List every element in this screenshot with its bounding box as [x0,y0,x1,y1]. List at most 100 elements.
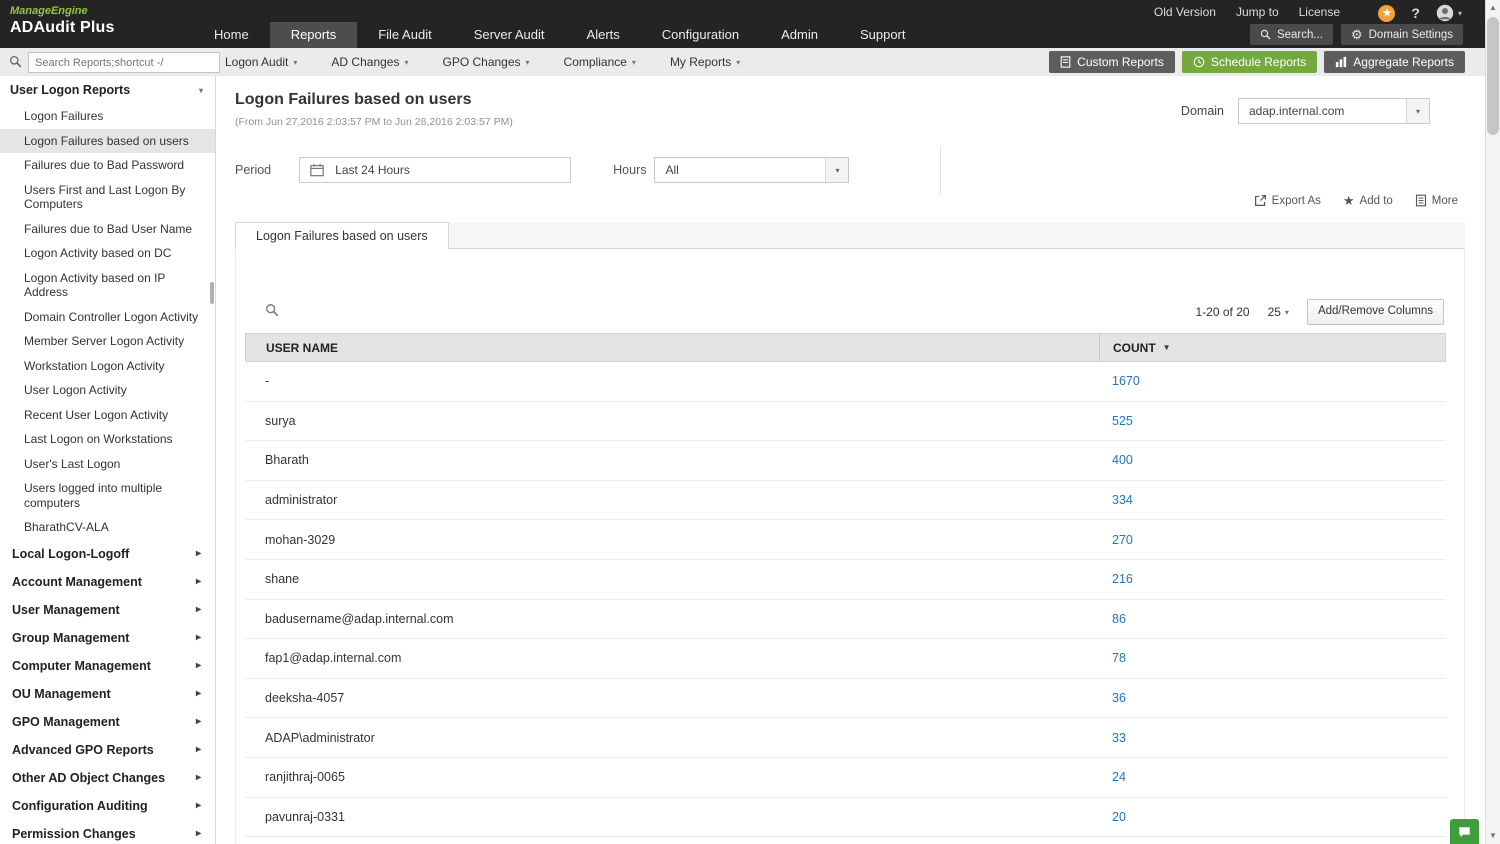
sidebar-category[interactable]: OU Management ▸ [0,680,215,708]
chevron-right-icon: ▸ [195,828,201,839]
sidebar-category[interactable]: Account Management ▸ [0,568,215,596]
count-link[interactable]: 400 [1112,453,1133,467]
sidebar-item[interactable]: Logon Failures based on users [0,128,215,153]
sidebar-item[interactable]: Last Logon on Workstations [0,427,215,452]
pagination-status: 1-20 of 20 [1195,305,1250,319]
count-link[interactable]: 216 [1112,572,1133,586]
scroll-up-arrow[interactable]: ▲ [1486,1,1500,15]
sidebar-item[interactable]: Domain Controller Logon Activity [0,305,215,330]
scrollbar-thumb[interactable] [1487,17,1499,135]
page-size-select[interactable]: 25 ▾ [1268,305,1289,319]
brand-name: ManageEngine [10,5,88,17]
count-link[interactable]: 86 [1112,612,1126,626]
count-link[interactable]: 78 [1112,651,1126,665]
nav-item[interactable]: Server Audit [453,22,566,48]
feedback-button[interactable] [1450,819,1479,844]
menu-item[interactable]: AD Changes ▾ [314,55,425,69]
count-link[interactable]: 20 [1112,810,1126,824]
sidebar-category[interactable]: GPO Management ▸ [0,708,215,736]
sidebar-category[interactable]: User Management ▸ [0,596,215,624]
sidebar-item[interactable]: User Logon Activity [0,378,215,403]
report-search-input[interactable] [28,52,220,73]
notification-icon[interactable]: ★ [1378,4,1396,22]
column-header-user-name[interactable]: USER NAME [246,334,1099,361]
count-cell: 33 [1098,731,1446,745]
main-nav: Home Reports File Audit Server Audit Ale… [193,22,927,48]
domain-settings-button[interactable]: ⚙ Domain Settings [1340,24,1463,45]
add-remove-columns-button[interactable]: Add/Remove Columns [1306,299,1444,325]
count-link[interactable]: 36 [1112,691,1126,705]
chevron-right-icon: ▸ [195,548,201,559]
sidebar-item[interactable]: Recent User Logon Activity [0,403,215,428]
menu-item[interactable]: Logon Audit ▾ [208,55,314,69]
sidebar-item[interactable]: User's Last Logon [0,452,215,477]
sidebar-item[interactable]: Users logged into multiple computers [0,476,215,515]
sidebar-item[interactable]: Logon Activity based on IP Address [0,266,215,305]
user-menu[interactable]: ▾ [1436,4,1462,22]
sidebar-category[interactable]: Other AD Object Changes ▸ [0,764,215,792]
sidebar-category[interactable]: Local Logon-Logoff ▸ [0,540,215,568]
search-button[interactable]: Search... [1249,24,1333,45]
utility-link[interactable]: Jump to [1236,5,1279,19]
period-label: Period [235,163,272,177]
sidebar-scrollbar-thumb[interactable] [210,282,214,304]
menu-item[interactable]: Compliance ▾ [547,55,653,69]
count-link[interactable]: 270 [1112,533,1133,547]
nav-item[interactable]: Home [193,22,270,48]
sidebar-item[interactable]: Member Server Logon Activity [0,329,215,354]
table-search-icon[interactable] [265,303,279,322]
period-picker[interactable]: Last 24 Hours [299,157,572,183]
hours-select[interactable]: All ▾ [654,157,850,183]
sidebar-item-label: Logon Activity based on DC [24,246,172,260]
chevron-down-icon: ▾ [525,57,530,67]
count-link[interactable]: 24 [1112,770,1126,784]
user-name-cell: - [265,374,270,389]
sidebar-category[interactable]: Permission Changes ▸ [0,820,215,844]
sidebar-item[interactable]: Workstation Logon Activity [0,354,215,379]
help-icon[interactable]: ? [1411,5,1420,21]
more-button[interactable]: More [1415,194,1458,207]
nav-item[interactable]: Support [839,22,927,48]
add-to-label: Add to [1359,194,1393,207]
export-as-button[interactable]: Export As [1254,194,1321,207]
count-link[interactable]: 334 [1112,493,1133,507]
sidebar-item[interactable]: BharathCV-ALA [0,515,215,540]
menu-item[interactable]: GPO Changes ▾ [425,55,546,69]
count-link[interactable]: 33 [1112,731,1126,745]
sidebar-item[interactable]: Logon Activity based on DC [0,241,215,266]
add-to-button[interactable]: ★ Add to [1343,194,1393,207]
sidebar-category[interactable]: Group Management ▸ [0,624,215,652]
count-link[interactable]: 1670 [1112,374,1140,388]
vertical-scrollbar[interactable]: ▲ ▼ [1485,0,1500,844]
sidebar-item[interactable]: Users First and Last Logon By Computers [0,178,215,217]
sidebar-category[interactable]: Computer Management ▸ [0,652,215,680]
sidebar-item[interactable]: Failures due to Bad User Name [0,217,215,242]
column-header-count[interactable]: COUNT ▼ [1099,334,1445,361]
user-name-cell: deeksha-4057 [265,691,345,706]
sidebar-category[interactable]: Configuration Auditing ▸ [0,792,215,820]
nav-item[interactable]: Reports [269,22,358,48]
sidebar-category-label: Computer Management [12,658,151,673]
count-cell: 20 [1098,810,1446,824]
user-name-cell: surya [265,413,296,428]
tab-logon-failures-based-on-users[interactable]: Logon Failures based on users [235,222,449,249]
schedule-reports-button[interactable]: Schedule Reports [1181,51,1318,73]
gear-icon: ⚙ [1350,27,1363,42]
domain-select[interactable]: adap.internal.com ▾ [1238,98,1430,124]
menu-item[interactable]: My Reports ▾ [653,55,757,69]
count-link[interactable]: 525 [1112,414,1133,428]
sidebar-section-header[interactable]: User Logon Reports ▾ [0,76,215,104]
nav-item[interactable]: Admin [760,22,839,48]
custom-reports-button[interactable]: Custom Reports [1049,51,1175,73]
aggregate-reports-button[interactable]: Aggregate Reports [1324,51,1465,73]
utility-link[interactable]: Old Version [1154,5,1216,19]
sidebar-item[interactable]: Logon Failures [0,104,215,129]
sidebar-category[interactable]: Advanced GPO Reports ▸ [0,736,215,764]
app-logo[interactable]: ManageEngine ADAudit Plus [10,5,115,37]
utility-link[interactable]: License [1299,5,1340,19]
sidebar-item[interactable]: Failures due to Bad Password [0,153,215,178]
nav-item[interactable]: File Audit [357,22,452,48]
scroll-down-arrow[interactable]: ▼ [1486,829,1500,843]
nav-item[interactable]: Alerts [566,22,641,48]
nav-item[interactable]: Configuration [641,22,760,48]
